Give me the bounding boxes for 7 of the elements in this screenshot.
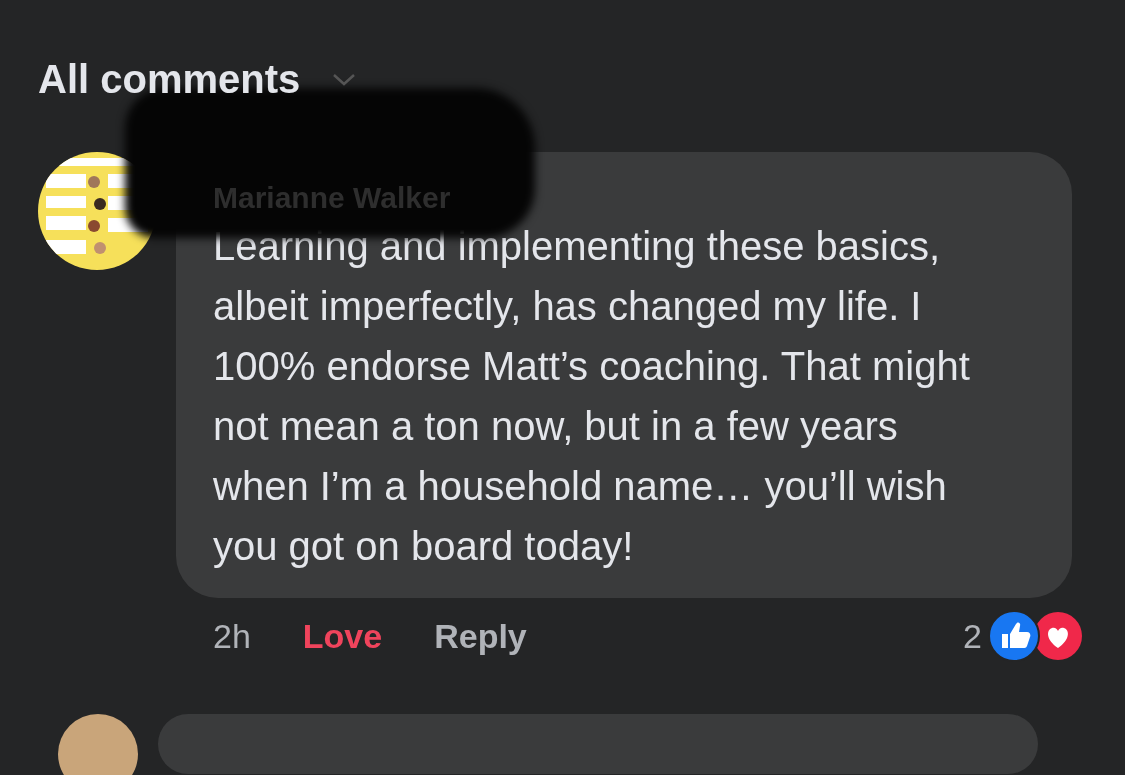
reaction-count[interactable]: 2	[963, 616, 982, 656]
action-link[interactable]: Reply	[434, 616, 527, 656]
comment-text: Learning and implementing these basics, albeit imperfectly, has changed my life. I 100% endorse Matt’s coaching. That might not mean a ton now, but in a few years when I’m a household name… you’ll wish you got on board today!	[213, 223, 971, 570]
timestamp: 2h	[213, 616, 251, 656]
sort-menu-title[interactable]: All comments	[38, 54, 301, 104]
action-link[interactable]: Love	[302, 616, 383, 656]
reactions-icon[interactable]	[988, 610, 1084, 662]
